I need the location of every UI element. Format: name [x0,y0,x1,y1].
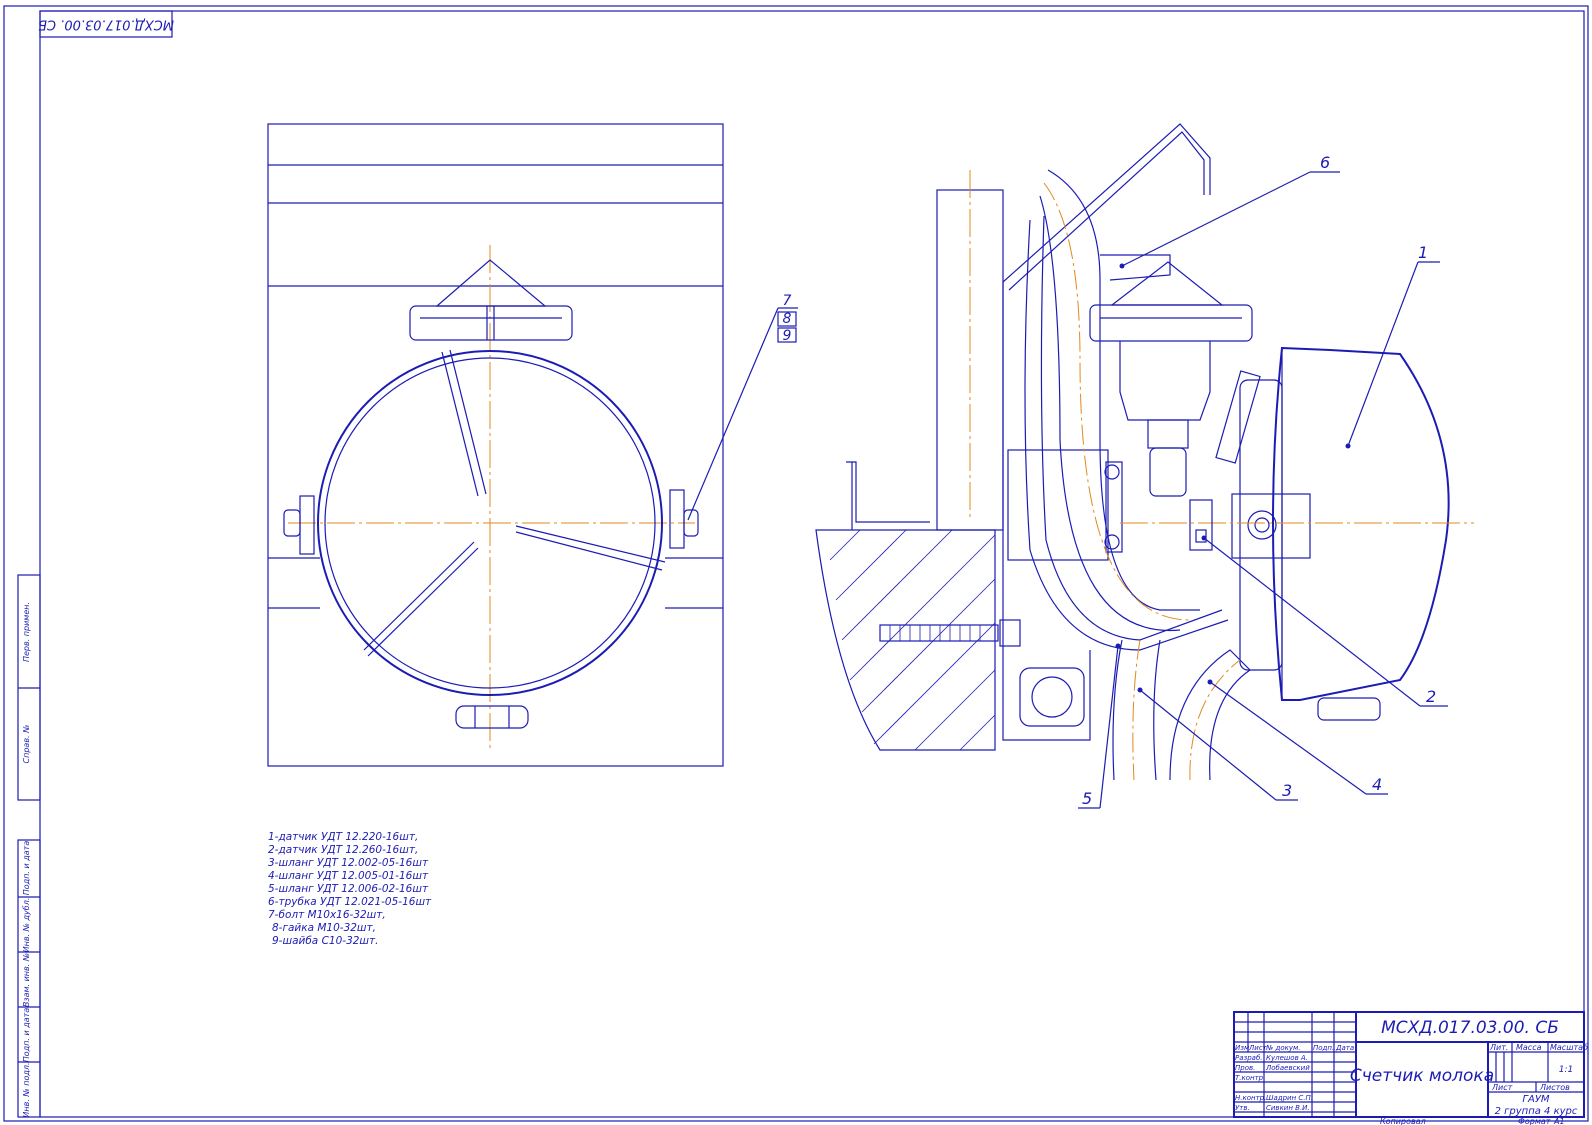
tb-role: Утв. [1235,1104,1250,1112]
side-view [815,123,1474,809]
tb-podp: Подп. [1313,1044,1334,1052]
tb-group: 2 группа 4 курс [1495,1106,1578,1117]
tb-person: Сивкин В.И. [1266,1104,1310,1112]
tb-role: Пров. [1235,1064,1255,1072]
parts-list-item: 6-трубка УДТ 12.021-05-16шт [268,896,432,908]
tb-data: Дата [1335,1044,1354,1052]
strip-label-7: Инв. № подл. [22,1062,31,1117]
parts-list-item: 2-датчик УДТ 12.260-16шт, [268,844,418,856]
strip-label-6: Подп. и дата [22,1008,31,1063]
tb-name: Счетчик молока [1350,1066,1494,1086]
tb-sheets: Листов [1539,1083,1570,1092]
tb-person: Шадрин С.П. [1266,1094,1313,1102]
title-block: Изм Лист № докум. Подп. Дата Разраб. Кул… [1233,1011,1588,1118]
parts-list-item: 5-шланг УДТ 12.006-02-16шт [268,883,429,895]
callout-1: 1 [1418,243,1428,262]
strip-label-1: Перв. примен. [22,602,31,662]
front-view [267,123,724,767]
tb-role: Т.контр. [1235,1074,1265,1082]
left-strip: Перв. примен. Справ. № Подп. и дата Инв.… [17,574,41,1118]
tb-scale-value: 1:1 [1559,1065,1573,1075]
parts-list-item: 8-гайка М10-32шт, [272,922,376,934]
callout-4: 4 [1372,775,1382,794]
callout-6: 6 [1320,153,1330,172]
tb-copied: Копировал [1380,1117,1426,1125]
strip-label-3: Подп. и дата [22,841,31,896]
drawing-sheet: МСХД.017.03.00. СБ Перв. примен. Справ. … [3,5,1589,1125]
callout-2: 2 [1426,687,1436,706]
strip-label-2: Справ. № [22,725,31,764]
tb-doc: № докум. [1265,1044,1301,1052]
tb-scale: Масштаб [1550,1043,1588,1052]
callout-5: 5 [1082,789,1092,808]
tb-format: Формат [1518,1117,1551,1125]
tb-izm: Изм [1235,1044,1250,1052]
parts-list-item: 9-шайба С10-32шт. [272,935,379,947]
callout-789: 7 8 9 [687,293,798,521]
inner-frame [39,10,1585,1118]
callout-3: 3 [1282,781,1292,800]
callout-7: 7 [783,293,792,309]
tb-person: Лобаевский [1265,1064,1310,1072]
tb-role: Разраб. [1235,1054,1263,1062]
strip-label-4: Инв. № дубл. [22,898,31,953]
tb-lit: Лит. [1489,1043,1508,1052]
tb-format-value: А1 [1553,1117,1565,1125]
parts-list-item: 3-шланг УДТ 12.002-05-16шт [268,857,429,869]
rotated-stamp-code: МСХД.017.03.00. СБ [38,17,174,32]
tb-person: Кулешов А. [1266,1054,1308,1062]
parts-list-item: 4-шланг УДТ 12.005-01-16шт [268,870,429,882]
tb-org: ГАУМ [1522,1094,1550,1105]
callout-8: 8 [783,311,792,327]
parts-list-item: 1-датчик УДТ 12.220-16шт, [268,831,418,843]
strip-label-5: Взам. инв. № [22,953,31,1007]
tb-role: Н.контр. [1235,1094,1266,1102]
parts-list: 1-датчик УДТ 12.220-16шт, 2-датчик УДТ 1… [268,831,432,947]
outer-border [3,5,1589,1122]
tb-list: Лист [1248,1044,1268,1052]
tb-sheet: Лист [1491,1083,1513,1092]
tb-code: МСХД.017.03.00. СБ [1381,1018,1559,1038]
tb-mass: Масса [1516,1043,1542,1052]
parts-list-item: 7-болт М10х16-32шт, [268,909,386,921]
callout-9: 9 [783,328,792,344]
